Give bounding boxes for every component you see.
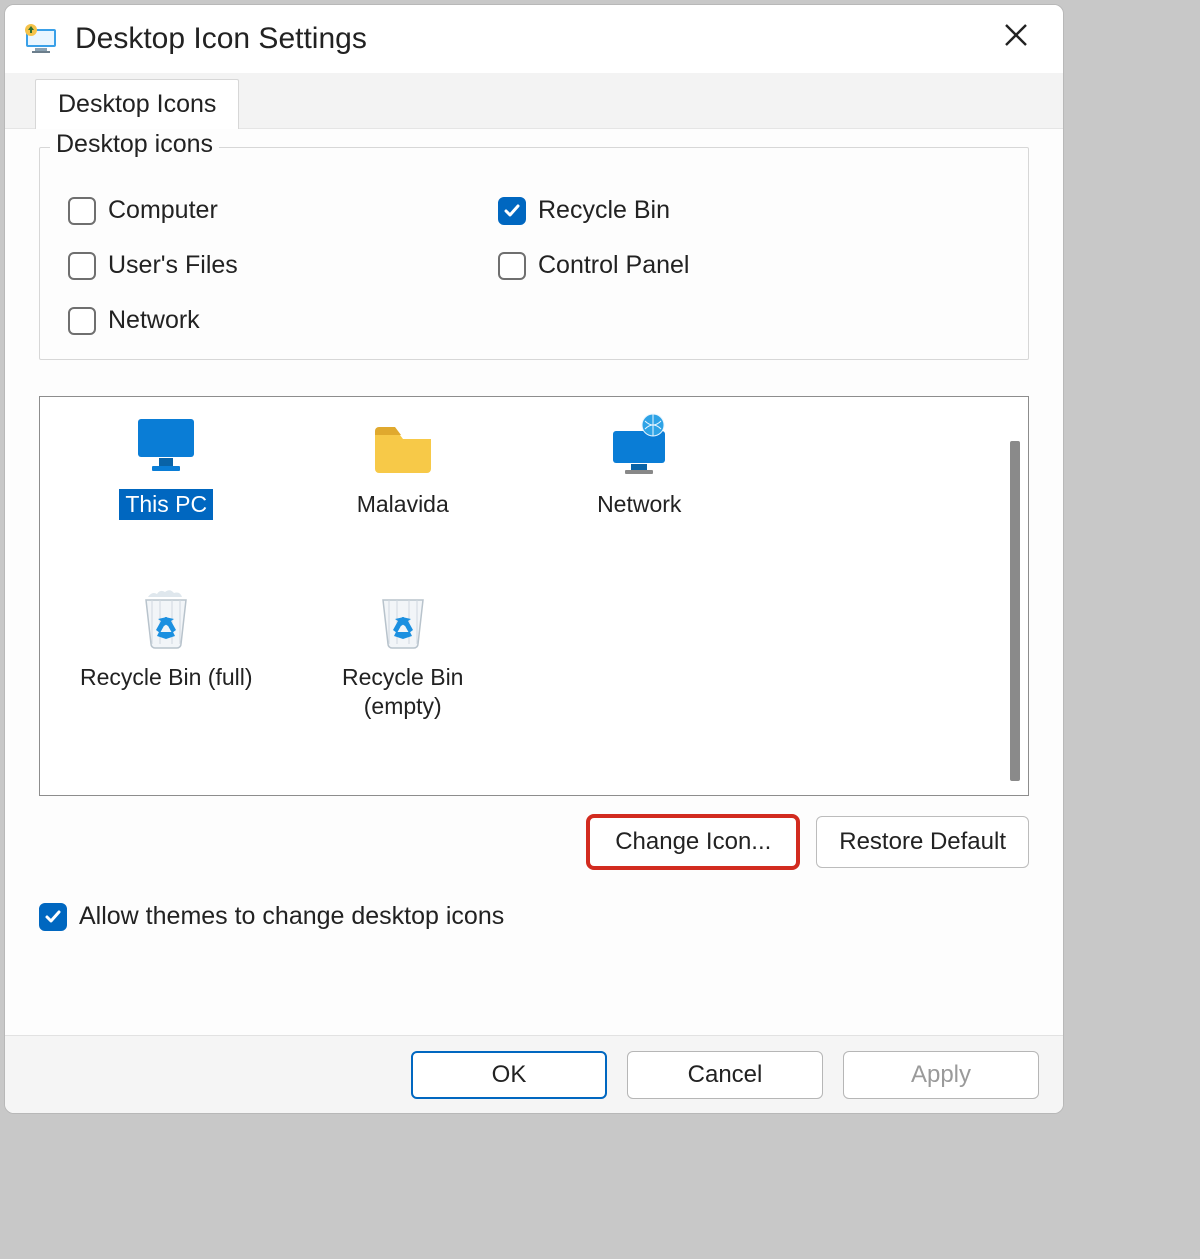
desktop-icons-groupbox: Desktop icons ComputerRecycle BinUser's … — [39, 147, 1029, 360]
checkbox-label: Recycle Bin — [538, 196, 670, 225]
checkbox-box[interactable] — [68, 307, 96, 335]
checkbox-box[interactable] — [498, 197, 526, 225]
cancel-button[interactable]: Cancel — [627, 1051, 823, 1099]
check-icon — [44, 908, 62, 926]
restore-default-button[interactable]: Restore Default — [816, 816, 1029, 868]
checkbox-recycle-bin[interactable]: Recycle Bin — [498, 196, 1000, 225]
scrollbar-thumb[interactable] — [1010, 441, 1020, 781]
close-icon — [1003, 22, 1029, 48]
icon-item-recycle-bin-empty[interactable]: Recycle Bin (empty) — [285, 580, 522, 722]
icon-item-malavida[interactable]: Malavida — [285, 407, 522, 520]
allow-themes-checkbox-box[interactable] — [39, 903, 67, 931]
checkbox-label: User's Files — [108, 251, 238, 280]
icon-item-recycle-bin-full[interactable]: Recycle Bin (full) — [48, 580, 285, 722]
checkbox-control-panel[interactable]: Control Panel — [498, 251, 1000, 280]
folder-icon — [367, 411, 439, 483]
checkbox-network[interactable]: Network — [68, 306, 498, 335]
icon-listview[interactable]: This PC Malavida Network Recycle Bin (full)… — [39, 396, 1029, 796]
close-button[interactable] — [993, 18, 1039, 60]
checkbox-label: Computer — [108, 196, 218, 225]
icon-item-label: Recycle Bin (full) — [74, 662, 259, 693]
icon-item-label: Malavida — [351, 489, 455, 520]
checkbox-user-s-files[interactable]: User's Files — [68, 251, 498, 280]
app-icon — [23, 21, 59, 57]
allow-themes-checkbox[interactable]: Allow themes to change desktop icons — [39, 902, 1029, 931]
checkbox-label: Network — [108, 306, 200, 335]
check-icon — [503, 202, 521, 220]
icon-item-label: Network — [591, 489, 687, 520]
content-area: Desktop icons Computer Recycle Bin User's … — [5, 129, 1063, 949]
dialog-window: Desktop Icon Settings Desktop Icons Desk… — [4, 4, 1064, 1114]
recycle-full-icon — [130, 584, 202, 656]
checkbox-computer[interactable]: Computer — [68, 196, 498, 225]
recycle-empty-icon — [367, 584, 439, 656]
groupbox-legend: Desktop icons — [50, 130, 219, 159]
ok-button[interactable]: OK — [411, 1051, 607, 1099]
icon-item-label: This PC — [119, 489, 213, 520]
icon-buttons-row: Change Icon... Restore Default — [39, 816, 1029, 868]
checkbox-box[interactable] — [68, 197, 96, 225]
tab-desktop-icons[interactable]: Desktop Icons — [35, 79, 239, 129]
dialog-title: Desktop Icon Settings — [75, 22, 367, 56]
checkbox-label: Control Panel — [538, 251, 689, 280]
monitor-icon — [130, 411, 202, 483]
allow-themes-checkbox-label: Allow themes to change desktop icons — [79, 902, 504, 931]
checkbox-box[interactable] — [68, 252, 96, 280]
icon-item-this-pc[interactable]: This PC — [48, 407, 285, 520]
apply-button[interactable]: Apply — [843, 1051, 1039, 1099]
network-icon — [603, 411, 675, 483]
checkbox-box[interactable] — [498, 252, 526, 280]
scrollbar[interactable] — [1002, 397, 1028, 795]
titlebar: Desktop Icon Settings — [5, 5, 1063, 73]
dialog-button-row: OK Cancel Apply — [5, 1035, 1063, 1113]
icon-item-label: Recycle Bin (empty) — [298, 662, 508, 722]
tabstrip: Desktop Icons — [5, 73, 1063, 129]
change-icon-button[interactable]: Change Icon... — [588, 816, 798, 868]
icon-item-network[interactable]: Network — [521, 407, 758, 520]
